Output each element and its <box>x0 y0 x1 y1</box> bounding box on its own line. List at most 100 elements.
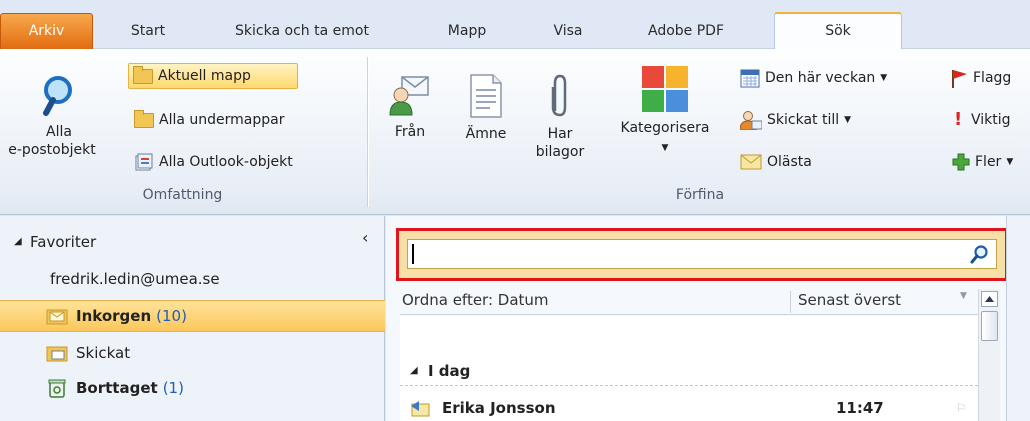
sidebar-item-deleted[interactable]: Borttaget (1) <box>0 372 385 404</box>
account-item[interactable]: fredrik.ledin@umea.se <box>0 263 385 295</box>
unread-button[interactable]: Olästa <box>736 149 816 175</box>
inbox-count: (10) <box>156 307 187 325</box>
trash-icon <box>48 379 66 398</box>
more-button[interactable]: Fler ▼ <box>948 149 1017 175</box>
scroll-up-arrow[interactable] <box>981 291 998 307</box>
tab-view[interactable]: Visa <box>538 14 598 49</box>
document-icon <box>470 74 502 118</box>
inbox-label: Inkorgen <box>76 307 152 325</box>
scope-group-label: Omfattning <box>142 187 223 203</box>
group-today-label: I dag <box>428 361 471 380</box>
tab-adobe-pdf[interactable]: Adobe PDF <box>630 14 742 49</box>
tab-start[interactable]: Start <box>118 14 178 49</box>
has-attachments-line1: Har <box>547 126 573 142</box>
more-dropdown-icon: ▼ <box>1006 157 1014 167</box>
all-subfolders-label: Alla undermappar <box>159 112 285 128</box>
all-mail-items-line2: e-postobjekt <box>8 142 96 158</box>
favorites-header[interactable]: ◢ Favoriter <box>0 226 385 258</box>
contact-envelope-icon <box>389 76 429 116</box>
flagged-button[interactable]: Flagg <box>946 65 1015 91</box>
categorize-dropdown-icon: ▼ <box>661 143 669 153</box>
text-cursor <box>412 244 414 264</box>
paperclip-icon <box>551 74 567 117</box>
item-flag-icon[interactable]: ⚐ <box>956 392 967 421</box>
has-attachments-button[interactable]: Har bilagor <box>530 73 590 161</box>
sent-to-label: Skickat till <box>767 112 840 128</box>
collapse-triangle-icon: ◢ <box>14 236 22 247</box>
instant-search-input[interactable] <box>407 239 997 269</box>
account-label: fredrik.ledin@umea.se <box>50 270 220 288</box>
unread-label: Olästa <box>767 154 812 170</box>
arrow-up-icon <box>985 296 994 302</box>
tab-folder[interactable]: Mapp <box>432 14 502 49</box>
scroll-thumb[interactable] <box>981 311 998 341</box>
search-highlight-frame <box>396 228 1008 281</box>
refine-group-label: Förfina <box>675 187 725 203</box>
outlook-items-icon <box>135 153 153 171</box>
subject-button[interactable]: Ämne <box>458 73 514 143</box>
deleted-label: Borttaget <box>76 379 158 397</box>
important-label: Viktig <box>971 112 1011 128</box>
minimize-pane-chevron-icon[interactable]: ‹ <box>362 228 368 247</box>
message-list: ◢ I dag Erika Jonsson 11:47 ⚐ <box>400 316 978 421</box>
flagged-label: Flagg <box>973 70 1012 86</box>
sent-folder-icon <box>46 346 68 362</box>
sort-by-label[interactable]: Ordna efter: Datum <box>402 291 549 309</box>
item-time: 11:47 <box>836 399 884 417</box>
flag-icon <box>952 70 967 88</box>
important-button[interactable]: ! Viktig <box>950 107 1015 133</box>
this-week-button[interactable]: Den här veckan ▼ <box>736 65 891 91</box>
sort-dropdown-icon: ▼ <box>960 291 967 301</box>
calendar-icon <box>740 69 760 88</box>
all-outlook-items-button[interactable]: Alla Outlook-objekt <box>130 149 297 175</box>
vertical-scrollbar[interactable] <box>978 289 1000 421</box>
list-item[interactable]: Erika Jonsson 11:47 ⚐ <box>400 394 978 421</box>
this-week-label: Den här veckan <box>765 70 876 86</box>
ribbon: Alla e-postobjekt Aktuell mapp Alla unde… <box>0 49 1030 215</box>
this-week-dropdown-icon: ▼ <box>880 73 888 83</box>
subfolders-icon <box>134 109 154 128</box>
search-icon[interactable] <box>970 244 990 264</box>
tab-send-receive[interactable]: Skicka och ta emot <box>206 14 398 49</box>
all-outlook-items-label: Alla Outlook-objekt <box>159 154 293 170</box>
favorites-label: Favoriter <box>30 233 97 251</box>
all-subfolders-button[interactable]: Alla undermappar <box>130 107 288 133</box>
sent-to-dropdown-icon: ▼ <box>844 115 852 125</box>
categorize-button[interactable]: Kategorisera ▼ <box>606 65 724 157</box>
sidebar-item-sent[interactable]: Skickat <box>0 337 385 369</box>
inbox-icon <box>46 309 68 325</box>
group-collapse-icon: ◢ <box>410 365 418 376</box>
reading-pane-edge <box>1006 216 1030 421</box>
categories-icon <box>642 66 688 112</box>
has-attachments-line2: bilagor <box>535 144 585 160</box>
exclamation-icon: ! <box>954 109 963 130</box>
reply-envelope-icon <box>411 401 430 417</box>
more-label: Fler <box>975 154 1002 170</box>
all-mail-items-line1: Alla <box>46 124 72 140</box>
navigation-pane: ◢ Favoriter ‹ fredrik.ledin@umea.se Inko… <box>0 216 385 421</box>
group-separator <box>367 57 368 207</box>
sort-bar: Ordna efter: Datum Senast överst ▼ <box>400 289 978 315</box>
tab-file[interactable]: Arkiv <box>0 13 93 49</box>
envelope-icon <box>740 154 762 170</box>
message-list-pane: Ordna efter: Datum Senast överst ▼ ◢ I d… <box>386 216 1008 421</box>
sent-to-button[interactable]: Skickat till ▼ <box>736 107 855 133</box>
current-folder-button[interactable]: Aktuell mapp <box>128 63 298 89</box>
sort-order-label[interactable]: Senast överst <box>798 291 901 309</box>
sent-label: Skickat <box>76 344 131 362</box>
tab-search[interactable]: Sök <box>774 12 902 50</box>
all-mail-items-button[interactable]: Alla e-postobjekt <box>0 73 118 159</box>
from-button[interactable]: Från <box>380 73 440 141</box>
group-today-header[interactable]: ◢ I dag <box>400 356 978 386</box>
categorize-label: Kategorisera <box>620 120 710 136</box>
magnifier-icon <box>43 76 72 116</box>
from-label: Från <box>394 124 426 140</box>
plus-icon <box>952 153 970 171</box>
sidebar-item-inbox[interactable]: Inkorgen (10) <box>0 300 385 332</box>
contact-icon <box>740 111 762 130</box>
folder-icon <box>133 65 153 84</box>
ribbon-tab-bar: Arkiv Start Skicka och ta emot Mapp Visa… <box>0 0 1030 50</box>
item-sender: Erika Jonsson <box>442 399 556 417</box>
current-folder-label: Aktuell mapp <box>158 68 251 84</box>
subject-label: Ämne <box>465 126 507 142</box>
